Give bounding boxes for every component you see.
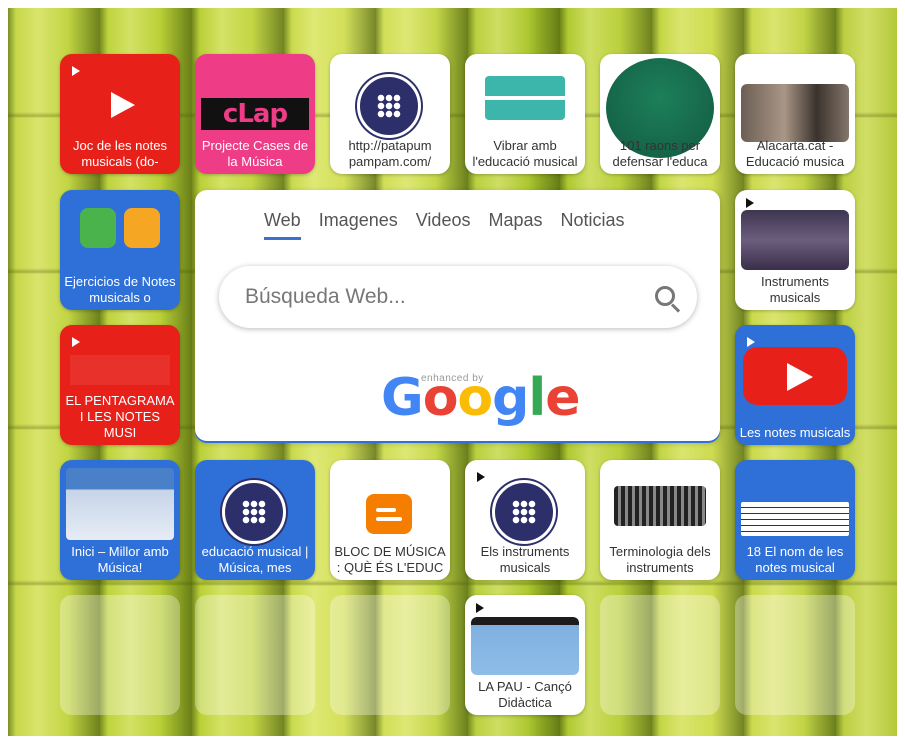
video-thumbnail [741, 210, 849, 270]
tile-la-pau[interactable]: LA PAU - Cançó Didàctica [465, 595, 585, 715]
tile-les-notes[interactable]: Les notes musicals [735, 325, 855, 445]
tile-label: 101 raons per defensar l'educa [612, 138, 708, 169]
play-icon [746, 198, 754, 208]
video-thumbnail [471, 617, 579, 675]
tile-educacio-musical[interactable]: educació musical | Música, mes [195, 460, 315, 580]
tile-label: Els instruments musicals [480, 544, 570, 575]
tab-mapas[interactable]: Mapas [488, 210, 542, 240]
search-widget: Web Imagenes Videos Mapas Noticias enhan… [195, 190, 720, 441]
tile-label: Instruments musicals [761, 274, 829, 305]
grid-icon [492, 480, 556, 544]
tile-alacarta[interactable]: Alacarta.cat - Educació musica [735, 54, 855, 174]
empty-tile-slot[interactable] [600, 595, 720, 715]
tile-label: 18 El nom de les notes musical [746, 544, 844, 575]
play-icon [72, 66, 80, 76]
tile-101-raons[interactable]: 101 raons per defensar l'educa [600, 54, 720, 174]
tile-label: Projecte Cases de la Música [201, 138, 309, 169]
empty-tile-slot[interactable] [330, 595, 450, 715]
play-icon [476, 603, 484, 613]
empty-tile-slot[interactable] [60, 595, 180, 715]
tile-millor-amb-musica[interactable]: Inici – Millor amb Música! [60, 460, 180, 580]
empty-tile-slot[interactable] [195, 595, 315, 715]
tab-noticias[interactable]: Noticias [561, 210, 625, 240]
empty-tile-slot[interactable] [735, 595, 855, 715]
play-badge [469, 599, 491, 617]
accordion-thumbnail [614, 486, 706, 526]
youtube-thumbnail [70, 355, 170, 385]
tab-imagenes[interactable]: Imagenes [319, 210, 398, 240]
tile-label: Inici – Millor amb Música! [71, 544, 169, 575]
tile-instruments-musicals[interactable]: Instruments musicals [735, 190, 855, 310]
tile-terminologia[interactable]: Terminologia dels instruments [600, 460, 720, 580]
tile-label: EL PENTAGRAMA I LES NOTES MUSI [65, 393, 175, 440]
website-thumbnail [66, 468, 174, 540]
tile-bloc-musica[interactable]: BLOC DE MÚSICA : QUÈ ÉS L'EDUC [330, 460, 450, 580]
grid-icon [357, 74, 421, 138]
blogger-icon [366, 494, 412, 534]
tile-label: Les notes musicals [739, 425, 851, 440]
video-thumbnail [741, 84, 849, 142]
tile-label: LA PAU - Cançó Didàctica [478, 679, 572, 710]
youtube-play-icon [85, 78, 155, 130]
tile-ejercicios[interactable]: Ejercicios de Notes musicals o [60, 190, 180, 310]
tile-els-instruments[interactable]: Els instruments musicals [465, 460, 585, 580]
search-input[interactable] [243, 282, 627, 312]
tile-label: http://patapum pampam.com/ [348, 138, 432, 169]
new-tab-page: Joc de les notes musicals (do- cLap Proj… [0, 0, 905, 741]
tile-cases-musica[interactable]: cLap Projecte Cases de la Música [195, 54, 315, 174]
tile-label: BLOC DE MÚSICA : QUÈ ÉS L'EDUC [334, 544, 446, 575]
tile-label: Alacarta.cat - Educació musica [745, 138, 845, 169]
search-bar[interactable] [219, 266, 697, 328]
tile-label: Vibrar amb l'educació musical [472, 138, 578, 169]
app-logo [80, 208, 160, 248]
youtube-play-icon [743, 347, 847, 405]
tile-label: educació musical | Música, mes [201, 544, 309, 575]
play-icon [72, 337, 80, 347]
google-logo: Google [381, 368, 581, 428]
tabs-fade [650, 204, 720, 240]
search-tabs: Web Imagenes Videos Mapas Noticias [264, 210, 625, 240]
play-icon [477, 472, 485, 482]
tab-web[interactable]: Web [264, 210, 301, 240]
tile-nom-notes[interactable]: 18 El nom de les notes musical [735, 460, 855, 580]
tile-label: Ejercicios de Notes musicals o [64, 274, 176, 305]
tile-label: Joc de les notes musicals (do- [73, 138, 167, 169]
clap-logo: cLap [201, 98, 309, 130]
music-staff-thumbnail [741, 502, 849, 536]
grid-icon [222, 480, 286, 544]
tile-pentagrama[interactable]: EL PENTAGRAMA I LES NOTES MUSI [60, 325, 180, 445]
tile-joc-notes[interactable]: Joc de les notes musicals (do- [60, 54, 180, 174]
play-icon [747, 337, 755, 347]
tile-vibrar[interactable]: Vibrar amb l'educació musical [465, 54, 585, 174]
tile-patapum[interactable]: http://patapum pampam.com/ [330, 54, 450, 174]
search-icon[interactable] [655, 286, 675, 306]
interaccio-logo [485, 76, 565, 120]
tab-videos[interactable]: Videos [416, 210, 471, 240]
tile-label: Terminologia dels instruments [609, 544, 711, 575]
